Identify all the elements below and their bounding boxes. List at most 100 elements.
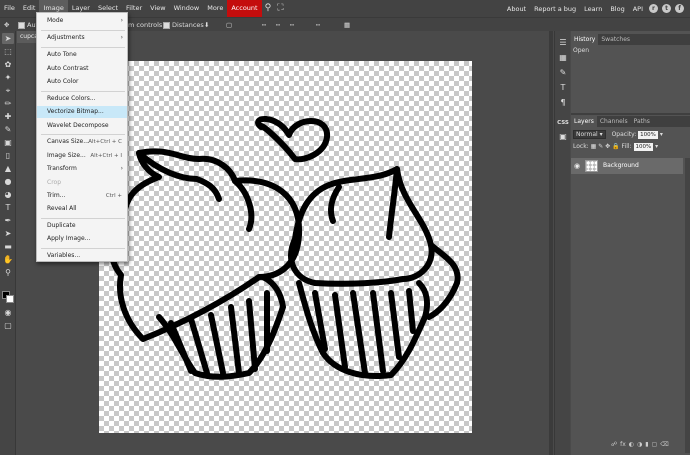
screen-mode-icon[interactable]: ▢ xyxy=(2,320,14,331)
tab-history[interactable]: History xyxy=(571,34,599,45)
layer-name: Background xyxy=(603,162,639,169)
tab-layers[interactable]: Layers xyxy=(571,116,597,127)
link-learn[interactable]: Learn xyxy=(580,5,606,13)
fill-dropdown-icon[interactable]: ▾ xyxy=(655,143,658,150)
link-about[interactable]: About xyxy=(503,5,530,13)
link-icon[interactable]: ☍ xyxy=(611,441,617,448)
document-tab[interactable]: cupca xyxy=(17,31,37,43)
tab-swatches[interactable]: Swatches xyxy=(598,34,633,45)
shape-tool-icon[interactable]: ▬ xyxy=(2,241,14,252)
swatches-panel-icon[interactable]: ▦ xyxy=(557,52,569,64)
window-icon[interactable]: ▢ xyxy=(226,20,232,30)
distances-checkbox[interactable]: Distances xyxy=(163,20,204,30)
paint-bucket-icon[interactable]: ▲ xyxy=(2,163,14,174)
menu-item-canvas-size[interactable]: Canvas Size... Alt+Ctrl + C xyxy=(37,136,127,148)
new-layer-icon[interactable]: ▢ xyxy=(652,441,658,448)
menu-item-auto-color[interactable]: Auto Color xyxy=(37,76,127,88)
crop-tool-icon[interactable]: ⌖ xyxy=(2,85,14,96)
marquee-tool-icon[interactable]: ⬚ xyxy=(2,46,14,57)
transform-controls-label[interactable]: m controls xyxy=(128,20,162,30)
trash-icon[interactable]: ⌫ xyxy=(660,441,668,448)
css-panel-label[interactable]: CSS xyxy=(557,117,569,129)
fill-input[interactable]: 100% xyxy=(633,143,654,151)
lasso-tool-icon[interactable]: ✿ xyxy=(2,59,14,70)
menu-window[interactable]: Window xyxy=(170,0,204,17)
fullscreen-icon[interactable]: ⛶ xyxy=(274,0,286,17)
lock-transparency-icon[interactable]: ▦ xyxy=(591,143,597,150)
layer-row-background[interactable]: ◉ Background xyxy=(571,158,683,174)
eraser-tool-icon[interactable]: ▯ xyxy=(2,150,14,161)
opacity-dropdown-icon[interactable]: ▾ xyxy=(660,131,663,138)
menu-item-trim[interactable]: Trim... Ctrl + xyxy=(37,190,127,202)
image-panel-icon[interactable]: ▣ xyxy=(557,131,569,143)
menu-item-transform[interactable]: Transform › xyxy=(37,163,127,175)
effects-icon[interactable]: fx xyxy=(620,441,626,448)
menu-item-reduce-colors[interactable]: Reduce Colors... xyxy=(37,93,127,105)
tab-paths[interactable]: Paths xyxy=(631,116,653,127)
tab-channels[interactable]: Channels xyxy=(597,116,631,127)
blend-mode-select[interactable]: Normal ▾ xyxy=(573,130,606,139)
magic-wand-icon[interactable]: ✦ xyxy=(2,72,14,83)
healing-brush-icon[interactable]: ✚ xyxy=(2,111,14,122)
move-tool-icon[interactable]: ➤ xyxy=(2,33,14,44)
menu-item-auto-tone[interactable]: Auto Tone xyxy=(37,49,127,61)
menu-view[interactable]: View xyxy=(146,0,169,17)
hand-tool-icon[interactable]: ✋ xyxy=(2,254,14,265)
zoom-tool-icon[interactable]: ⚲ xyxy=(2,267,14,278)
background-color-swatch[interactable] xyxy=(6,295,14,303)
menu-account[interactable]: Account xyxy=(227,0,262,17)
menu-item-auto-contrast[interactable]: Auto Contrast xyxy=(37,63,127,75)
clone-stamp-icon[interactable]: ▣ xyxy=(2,137,14,148)
canvas-scrollbar[interactable] xyxy=(549,31,553,455)
menu-file[interactable]: File xyxy=(0,0,19,17)
align-right-icon[interactable]: ┅ xyxy=(290,20,294,30)
brush-panel-icon[interactable]: ✎ xyxy=(557,67,569,79)
character-panel-icon[interactable]: T xyxy=(557,82,569,94)
menu-item-reveal-all[interactable]: Reveal All xyxy=(37,203,127,215)
align-left-icon[interactable]: ┅ xyxy=(262,20,266,30)
link-report-bug[interactable]: Report a bug xyxy=(530,5,580,13)
align-center-icon[interactable]: ┅ xyxy=(276,20,280,30)
menu-item-mode[interactable]: Mode › xyxy=(37,15,127,27)
pen-tool-icon[interactable]: ✒ xyxy=(2,215,14,226)
history-panel-icon[interactable]: ☰ xyxy=(557,37,569,49)
menu-item-vectorize-bitmap[interactable]: Vectorize Bitmap... xyxy=(37,106,127,118)
history-item[interactable]: Open xyxy=(573,47,589,54)
adjustment-icon[interactable]: ◑ xyxy=(637,441,642,448)
opacity-input[interactable]: 100% xyxy=(638,131,658,139)
grid-icon[interactable]: ▦ xyxy=(344,20,350,30)
search-icon[interactable]: ⚲ xyxy=(262,0,275,17)
facebook-icon[interactable]: f xyxy=(675,4,684,13)
path-select-icon[interactable]: ➤ xyxy=(2,228,14,239)
menu-item-wavelet-decompose[interactable]: Wavelet Decompose xyxy=(37,120,127,132)
eye-icon[interactable]: ◉ xyxy=(574,162,580,170)
twitter-icon[interactable]: t xyxy=(662,4,671,13)
lock-all-icon[interactable]: 🔒 xyxy=(612,143,619,150)
quick-mask-icon[interactable]: ◉ xyxy=(2,307,14,318)
reddit-icon[interactable]: r xyxy=(649,4,658,13)
menu-more[interactable]: More xyxy=(203,0,227,17)
menu-item-adjustments[interactable]: Adjustments › xyxy=(37,32,127,44)
lock-pixels-icon[interactable]: ✎ xyxy=(598,143,603,150)
menu-item-image-size[interactable]: Image Size... Alt+Ctrl + I xyxy=(37,150,127,162)
canvas[interactable] xyxy=(99,61,472,433)
link-api[interactable]: API xyxy=(629,5,647,13)
menu-item-duplicate[interactable]: Duplicate xyxy=(37,220,127,232)
tools-panel: ➤ ⬚ ✿ ✦ ⌖ ✏ ✚ ✎ ▣ ▯ ▲ ● ◕ T ✒ ➤ ▬ ✋ ⚲ ◉ … xyxy=(0,31,16,455)
dodge-tool-icon[interactable]: ◕ xyxy=(2,189,14,200)
download-icon[interactable]: ⬇ xyxy=(204,20,209,30)
layers-scrollbar[interactable] xyxy=(685,158,690,453)
menu-item-apply-image[interactable]: Apply Image... xyxy=(37,233,127,245)
blur-tool-icon[interactable]: ● xyxy=(2,176,14,187)
mask-icon[interactable]: ◐ xyxy=(629,441,634,448)
brush-tool-icon[interactable]: ✎ xyxy=(2,124,14,135)
folder-icon[interactable]: ▮ xyxy=(645,441,648,448)
distribute-icon[interactable]: ┅ xyxy=(316,20,320,30)
lock-position-icon[interactable]: ✥ xyxy=(605,143,610,150)
text-tool-icon[interactable]: T xyxy=(2,202,14,213)
menu-item-crop: Crop xyxy=(47,179,62,186)
paragraph-panel-icon[interactable]: ¶ xyxy=(557,97,569,109)
eyedropper-icon[interactable]: ✏ xyxy=(2,98,14,109)
menu-item-variables[interactable]: Variables... xyxy=(37,250,127,262)
link-blog[interactable]: Blog xyxy=(606,5,628,13)
